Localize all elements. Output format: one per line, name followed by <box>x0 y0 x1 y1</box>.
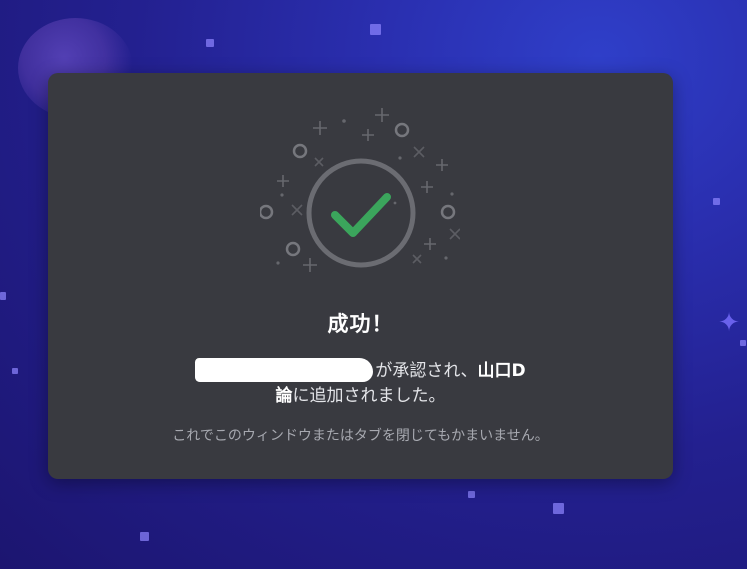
background-star <box>740 340 746 346</box>
message-line-1: が承認され、山口D <box>48 358 673 384</box>
check-circle-icon <box>260 108 460 272</box>
background-star <box>140 532 149 541</box>
message-line-2: 論に追加されました。 <box>48 384 673 409</box>
sparkle-icon <box>260 122 456 257</box>
success-dialog: 成功！ が承認され、山口D 論に追加されました。 これでこのウィンドウまたはタブ… <box>48 73 673 479</box>
background-star <box>468 491 475 498</box>
message-text: が承認され、 <box>375 361 478 381</box>
background-star <box>206 39 214 47</box>
close-window-note: これでこのウィンドウまたはタブを閉じてもかまいません。 <box>172 428 549 444</box>
message-text-end: に追加されました。 <box>292 386 446 406</box>
server-name-cont: 論 <box>275 386 293 406</box>
success-message: が承認され、山口D 論に追加されました。 <box>48 358 673 409</box>
dialog-title: 成功！ <box>327 312 394 336</box>
redacted-bot-name <box>195 358 374 382</box>
background-star <box>553 503 564 514</box>
background-star <box>12 368 18 374</box>
background-star <box>713 198 720 205</box>
star-icon: ✦ <box>718 308 740 338</box>
background-star <box>370 24 381 35</box>
server-name: 山口D <box>477 361 526 381</box>
background-star <box>0 292 6 300</box>
